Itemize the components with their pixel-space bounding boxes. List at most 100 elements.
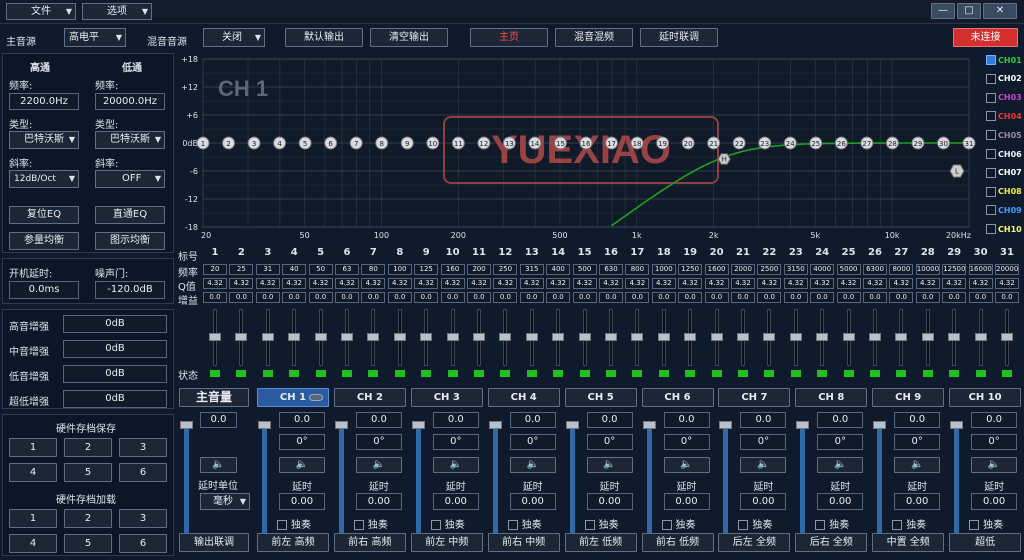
channel-checkbox[interactable]: [986, 186, 996, 197]
band-gain-field[interactable]: 0.0: [731, 292, 755, 303]
band-gain-field[interactable]: 0.0: [942, 292, 967, 303]
band-state-indicator[interactable]: [421, 370, 432, 377]
channel-volume-field[interactable]: 0.0: [279, 412, 325, 428]
load-slot-5[interactable]: 5: [64, 534, 112, 553]
output-assign-button[interactable]: 超低: [949, 533, 1022, 552]
solo-checkbox[interactable]: [277, 520, 287, 530]
solo-toggle[interactable]: 独奏: [892, 516, 926, 531]
delay-field[interactable]: 0.00: [355, 493, 402, 510]
band-freq-field[interactable]: 4000: [810, 264, 835, 275]
delay-unit-select[interactable]: 毫秒 ▼: [200, 493, 250, 510]
band-freq-field[interactable]: 25: [229, 264, 254, 275]
channel-tab[interactable]: CH 4: [487, 388, 560, 407]
solo-checkbox[interactable]: [892, 520, 903, 530]
solo-toggle[interactable]: 独奏: [584, 516, 619, 531]
channel-volume-field[interactable]: 0.0: [817, 412, 864, 428]
delay-field[interactable]: 0.00: [586, 493, 633, 510]
band-gain-field[interactable]: 0.0: [255, 292, 280, 303]
solo-toggle[interactable]: 独奏: [353, 516, 388, 531]
band-fader-handle[interactable]: [209, 333, 221, 341]
lp-freq-field[interactable]: 20000.0Hz: [95, 93, 165, 110]
band-gain-field[interactable]: 0.0: [335, 292, 359, 303]
phase-field[interactable]: 0°: [663, 434, 710, 450]
output-assign-button[interactable]: 后右 全频: [795, 533, 868, 552]
band-marker[interactable]: 8: [375, 136, 389, 150]
channel-list-item[interactable]: CH07: [986, 167, 1022, 182]
band-state-indicator[interactable]: [606, 370, 616, 377]
band-state-indicator[interactable]: [685, 370, 696, 377]
channel-checkbox[interactable]: [986, 149, 996, 159]
band-freq-field[interactable]: 630: [599, 264, 623, 275]
fader-track[interactable]: [954, 421, 960, 539]
band-state-indicator[interactable]: [764, 370, 775, 377]
band-marker[interactable]: 10: [426, 136, 440, 150]
power-delay-field[interactable]: 0.0ms: [9, 281, 79, 299]
band-marker[interactable]: 22: [732, 136, 746, 150]
band-freq-field[interactable]: 5000: [836, 264, 861, 275]
fader-handle[interactable]: [873, 421, 887, 429]
mid-enhance-field[interactable]: 0dB: [63, 340, 167, 358]
delay-field[interactable]: 0.00: [894, 493, 941, 510]
band-fader-handle[interactable]: [235, 333, 248, 341]
load-slot-2[interactable]: 2: [64, 509, 112, 528]
band-gain-field[interactable]: 0.0: [863, 292, 887, 303]
channel-tab[interactable]: CH 8: [795, 388, 868, 407]
band-q-field[interactable]: 4.32: [229, 278, 254, 289]
band-q-field[interactable]: 4.32: [678, 278, 703, 289]
solo-toggle[interactable]: 独奏: [430, 516, 465, 531]
delay-field[interactable]: 0.00: [971, 493, 1018, 510]
band-state-indicator[interactable]: [394, 370, 405, 377]
channel-checkbox[interactable]: [986, 205, 996, 216]
fader-handle[interactable]: [258, 421, 271, 429]
fader-handle[interactable]: [796, 421, 810, 429]
noise-gate-field[interactable]: -120.0dB: [95, 281, 165, 299]
band-state-indicator[interactable]: [368, 370, 379, 377]
solo-checkbox[interactable]: [507, 520, 518, 530]
band-freq-field[interactable]: 800: [625, 264, 650, 275]
band-fader-handle[interactable]: [314, 333, 327, 341]
channel-tab[interactable]: CH 7: [718, 388, 791, 407]
hp-freq-field[interactable]: 2200.0Hz: [9, 93, 79, 110]
fader-track[interactable]: [338, 421, 344, 539]
file-menu[interactable]: 文件 ▼: [6, 3, 76, 20]
band-q-field[interactable]: 4.32: [599, 278, 623, 289]
channel-tab[interactable]: CH 10: [949, 388, 1022, 407]
band-gain-field[interactable]: 0.0: [493, 292, 518, 303]
band-state-indicator[interactable]: [579, 370, 590, 377]
band-gain-field[interactable]: 0.0: [783, 292, 808, 303]
options-menu[interactable]: 选项 ▼: [82, 3, 152, 20]
band-gain-field[interactable]: 0.0: [440, 292, 465, 303]
band-q-field[interactable]: 4.32: [493, 278, 518, 289]
band-q-field[interactable]: 4.32: [783, 278, 808, 289]
maximize-button[interactable]: □: [957, 3, 981, 19]
fader-handle[interactable]: [488, 421, 502, 429]
band-marker[interactable]: 21: [707, 136, 721, 150]
solo-checkbox[interactable]: [815, 520, 826, 530]
save-slot-2[interactable]: 2: [64, 438, 112, 457]
output-assign-button[interactable]: 中置 全频: [872, 533, 945, 552]
band-gain-field[interactable]: 0.0: [757, 292, 782, 303]
fader-handle[interactable]: [334, 421, 348, 429]
lp-type-select[interactable]: 巴特沃斯 ▼: [95, 131, 165, 149]
band-gain-field[interactable]: 0.0: [519, 292, 544, 303]
band-marker[interactable]: 3: [247, 136, 261, 150]
band-q-field[interactable]: 4.32: [387, 278, 412, 289]
band-marker[interactable]: 23: [758, 136, 772, 150]
solo-checkbox[interactable]: [430, 520, 441, 530]
band-marker[interactable]: 26: [834, 136, 848, 150]
channel-link-icon[interactable]: [309, 394, 323, 401]
band-freq-field[interactable]: 10000: [915, 264, 940, 275]
band-q-field[interactable]: 4.32: [942, 278, 967, 289]
band-marker[interactable]: 25: [809, 136, 823, 150]
band-state-indicator[interactable]: [843, 370, 854, 377]
solo-toggle[interactable]: 独奏: [507, 516, 542, 531]
band-fader-handle[interactable]: [842, 333, 855, 341]
band-gain-field[interactable]: 0.0: [968, 292, 993, 303]
fader-track[interactable]: [415, 421, 421, 539]
phase-field[interactable]: 0°: [509, 434, 556, 450]
channel-tab[interactable]: CH 2: [333, 388, 406, 407]
channel-list-item[interactable]: CH09: [986, 205, 1022, 219]
mute-button[interactable]: 🔈: [894, 457, 941, 473]
band-marker[interactable]: 28: [885, 136, 899, 150]
solo-toggle[interactable]: 独奏: [738, 516, 772, 531]
